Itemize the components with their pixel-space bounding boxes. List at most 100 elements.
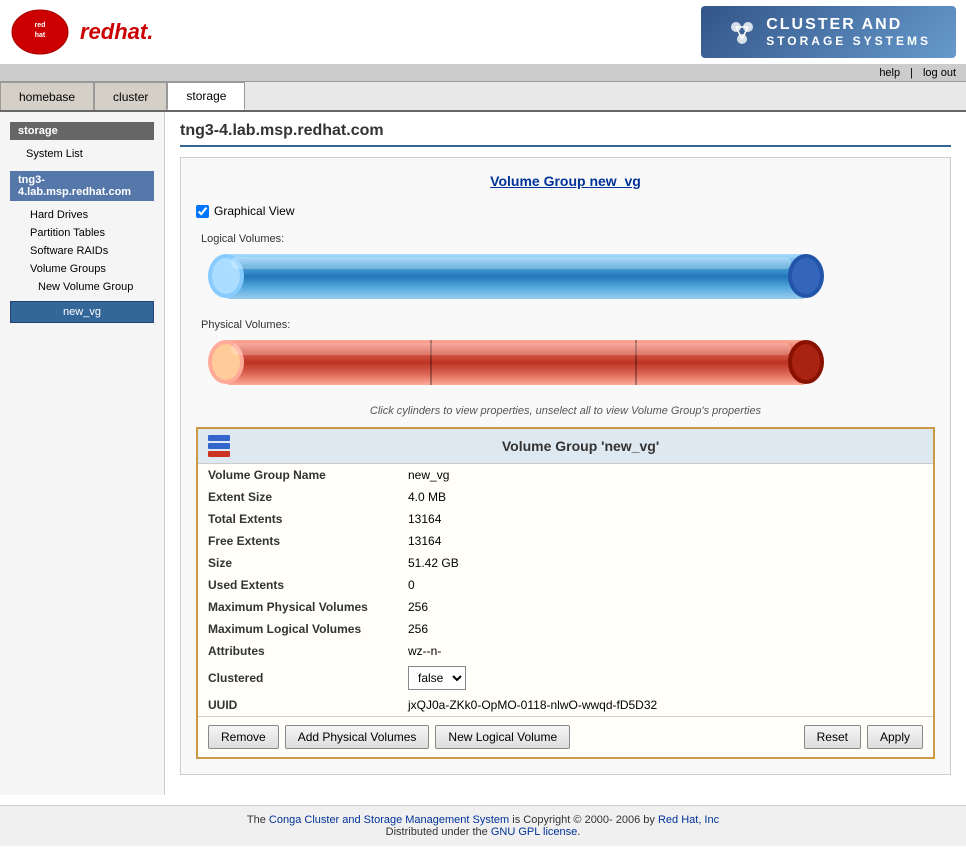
page-header: red hat redhat. CLUSTER AND STORAGE SYST… bbox=[0, 0, 966, 65]
sidebar-hard-drives[interactable]: Hard Drives bbox=[10, 206, 154, 224]
table-row: Free Extents 13164 bbox=[198, 530, 933, 552]
clustered-select[interactable]: false true bbox=[408, 666, 466, 690]
footer-company-link[interactable]: Red Hat, Inc bbox=[658, 814, 719, 826]
vg-title-text: Volume Group bbox=[490, 173, 589, 189]
field-label-total-extents: Total Extents bbox=[198, 508, 398, 530]
field-value-free-extents: 13164 bbox=[398, 530, 933, 552]
nav-cluster[interactable]: cluster bbox=[94, 82, 167, 110]
remove-button[interactable]: Remove bbox=[208, 725, 279, 749]
table-row: Maximum Physical Volumes 256 bbox=[198, 596, 933, 618]
info-panel-icon bbox=[208, 435, 230, 457]
info-table: Volume Group Name new_vg Extent Size 4.0… bbox=[198, 464, 933, 716]
field-label-max-lv: Maximum Logical Volumes bbox=[198, 618, 398, 640]
help-link[interactable]: help bbox=[879, 67, 900, 79]
field-label-size: Size bbox=[198, 552, 398, 574]
field-value-max-lv: 256 bbox=[398, 618, 933, 640]
pv-cylinder[interactable] bbox=[206, 335, 925, 390]
footer-text-after: is Copyright © 2000- 2006 by bbox=[509, 814, 658, 826]
graphical-view-checkbox[interactable] bbox=[196, 205, 209, 218]
lv-cylinder[interactable] bbox=[206, 249, 925, 304]
field-label-used-extents: Used Extents bbox=[198, 574, 398, 596]
stripe-blue-1 bbox=[208, 435, 230, 441]
lv-cylinder-container: Logical Volumes: bbox=[196, 233, 935, 304]
table-row: Used Extents 0 bbox=[198, 574, 933, 596]
graphical-view-row: Graphical View bbox=[196, 204, 935, 218]
field-value-max-pv: 256 bbox=[398, 596, 933, 618]
top-right-nav: help | log out bbox=[0, 65, 966, 82]
nav-bar: homebase cluster storage bbox=[0, 82, 966, 112]
sidebar-volume-groups[interactable]: Volume Groups bbox=[10, 260, 154, 278]
logout-link[interactable]: log out bbox=[923, 67, 956, 79]
table-row: Total Extents 13164 bbox=[198, 508, 933, 530]
sidebar-system-list[interactable]: System List bbox=[10, 145, 154, 163]
stripe-blue-2 bbox=[208, 443, 230, 449]
vg-title: Volume Group new_vg bbox=[196, 173, 935, 189]
svg-text:red: red bbox=[35, 22, 46, 29]
pv-cylinder-svg[interactable] bbox=[206, 335, 846, 390]
lv-cylinder-svg[interactable] bbox=[206, 249, 846, 304]
info-panel-header: Volume Group 'new_vg' bbox=[198, 429, 933, 464]
cluster-banner: CLUSTER AND STORAGE SYSTEMS bbox=[701, 6, 956, 58]
sidebar-storage-title: storage bbox=[10, 122, 154, 140]
info-panel: Volume Group 'new_vg' Volume Group Name … bbox=[196, 427, 935, 759]
sidebar-new-volume-group[interactable]: New Volume Group bbox=[10, 278, 154, 296]
panel-buttons: Remove Add Physical Volumes New Logical … bbox=[198, 716, 933, 757]
lv-label: Logical Volumes: bbox=[201, 233, 935, 245]
click-hint: Click cylinders to view properties, unse… bbox=[196, 405, 935, 417]
page-title: tng3-4.lab.msp.redhat.com bbox=[180, 122, 951, 147]
field-value-extent-size: 4.0 MB bbox=[398, 486, 933, 508]
pv-cylinder-container: Physical Volumes: bbox=[196, 319, 935, 390]
footer-text-before: The bbox=[247, 814, 269, 826]
redhat-logo: red hat bbox=[10, 7, 70, 57]
main-layout: storage System List tng3-4.lab.msp.redha… bbox=[0, 112, 966, 795]
banner-line2: STORAGE SYSTEMS bbox=[766, 34, 931, 48]
sidebar-software-raids[interactable]: Software RAIDs bbox=[10, 242, 154, 260]
field-label-extent-size: Extent Size bbox=[198, 486, 398, 508]
content-area: tng3-4.lab.msp.redhat.com Volume Group n… bbox=[165, 112, 966, 795]
field-value-clustered: false true bbox=[398, 662, 933, 694]
new-lv-button[interactable]: New Logical Volume bbox=[435, 725, 570, 749]
table-row: Maximum Logical Volumes 256 bbox=[198, 618, 933, 640]
reset-button[interactable]: Reset bbox=[804, 725, 861, 749]
sidebar-node-label[interactable]: tng3-4.lab.msp.redhat.com bbox=[10, 171, 154, 201]
table-row: Extent Size 4.0 MB bbox=[198, 486, 933, 508]
vg-display-container: Volume Group new_vg Graphical View Logic… bbox=[180, 157, 951, 775]
svg-text:hat: hat bbox=[35, 32, 46, 39]
field-value-size: 51.42 GB bbox=[398, 552, 933, 574]
vg-name-link[interactable]: new_vg bbox=[589, 173, 640, 189]
field-value-used-extents: 0 bbox=[398, 574, 933, 596]
field-label-free-extents: Free Extents bbox=[198, 530, 398, 552]
nav-storage[interactable]: storage bbox=[167, 82, 245, 110]
header-logo-area: red hat redhat. bbox=[10, 7, 153, 57]
graphical-view-label[interactable]: Graphical View bbox=[214, 204, 294, 218]
table-row: Volume Group Name new_vg bbox=[198, 464, 933, 486]
field-value-uuid: jxQJ0a-ZKk0-OpMO-0118-nlwO-wwqd-fD5D32 bbox=[398, 694, 933, 716]
table-row: Size 51.42 GB bbox=[198, 552, 933, 574]
sidebar-active-vg[interactable]: new_vg bbox=[10, 301, 154, 323]
info-panel-title: Volume Group 'new_vg' bbox=[238, 438, 923, 454]
page-footer: The Conga Cluster and Storage Management… bbox=[0, 805, 966, 846]
field-label-attributes: Attributes bbox=[198, 640, 398, 662]
field-label-clustered: Clustered bbox=[198, 662, 398, 694]
cluster-icon bbox=[726, 17, 756, 47]
sidebar-partition-tables[interactable]: Partition Tables bbox=[10, 224, 154, 242]
field-value-vg-name: new_vg bbox=[398, 464, 933, 486]
footer-conga-link[interactable]: Conga Cluster and Storage Management Sys… bbox=[269, 814, 509, 826]
footer-period: . bbox=[577, 826, 580, 838]
footer-license-link[interactable]: GNU GPL license bbox=[491, 826, 577, 838]
table-row: UUID jxQJ0a-ZKk0-OpMO-0118-nlwO-wwqd-fD5… bbox=[198, 694, 933, 716]
table-row: Clustered false true bbox=[198, 662, 933, 694]
footer-line1: The Conga Cluster and Storage Management… bbox=[8, 814, 958, 826]
brand-text: redhat. bbox=[80, 19, 153, 45]
add-pv-button[interactable]: Add Physical Volumes bbox=[285, 725, 430, 749]
field-label-vg-name: Volume Group Name bbox=[198, 464, 398, 486]
field-value-total-extents: 13164 bbox=[398, 508, 933, 530]
sidebar: storage System List tng3-4.lab.msp.redha… bbox=[0, 112, 165, 795]
nav-homebase[interactable]: homebase bbox=[0, 82, 94, 110]
field-value-attributes: wz--n- bbox=[398, 640, 933, 662]
field-label-uuid: UUID bbox=[198, 694, 398, 716]
stripe-red bbox=[208, 451, 230, 457]
apply-button[interactable]: Apply bbox=[867, 725, 923, 749]
footer-distributed: Distributed under the bbox=[386, 826, 491, 838]
pv-label: Physical Volumes: bbox=[201, 319, 935, 331]
